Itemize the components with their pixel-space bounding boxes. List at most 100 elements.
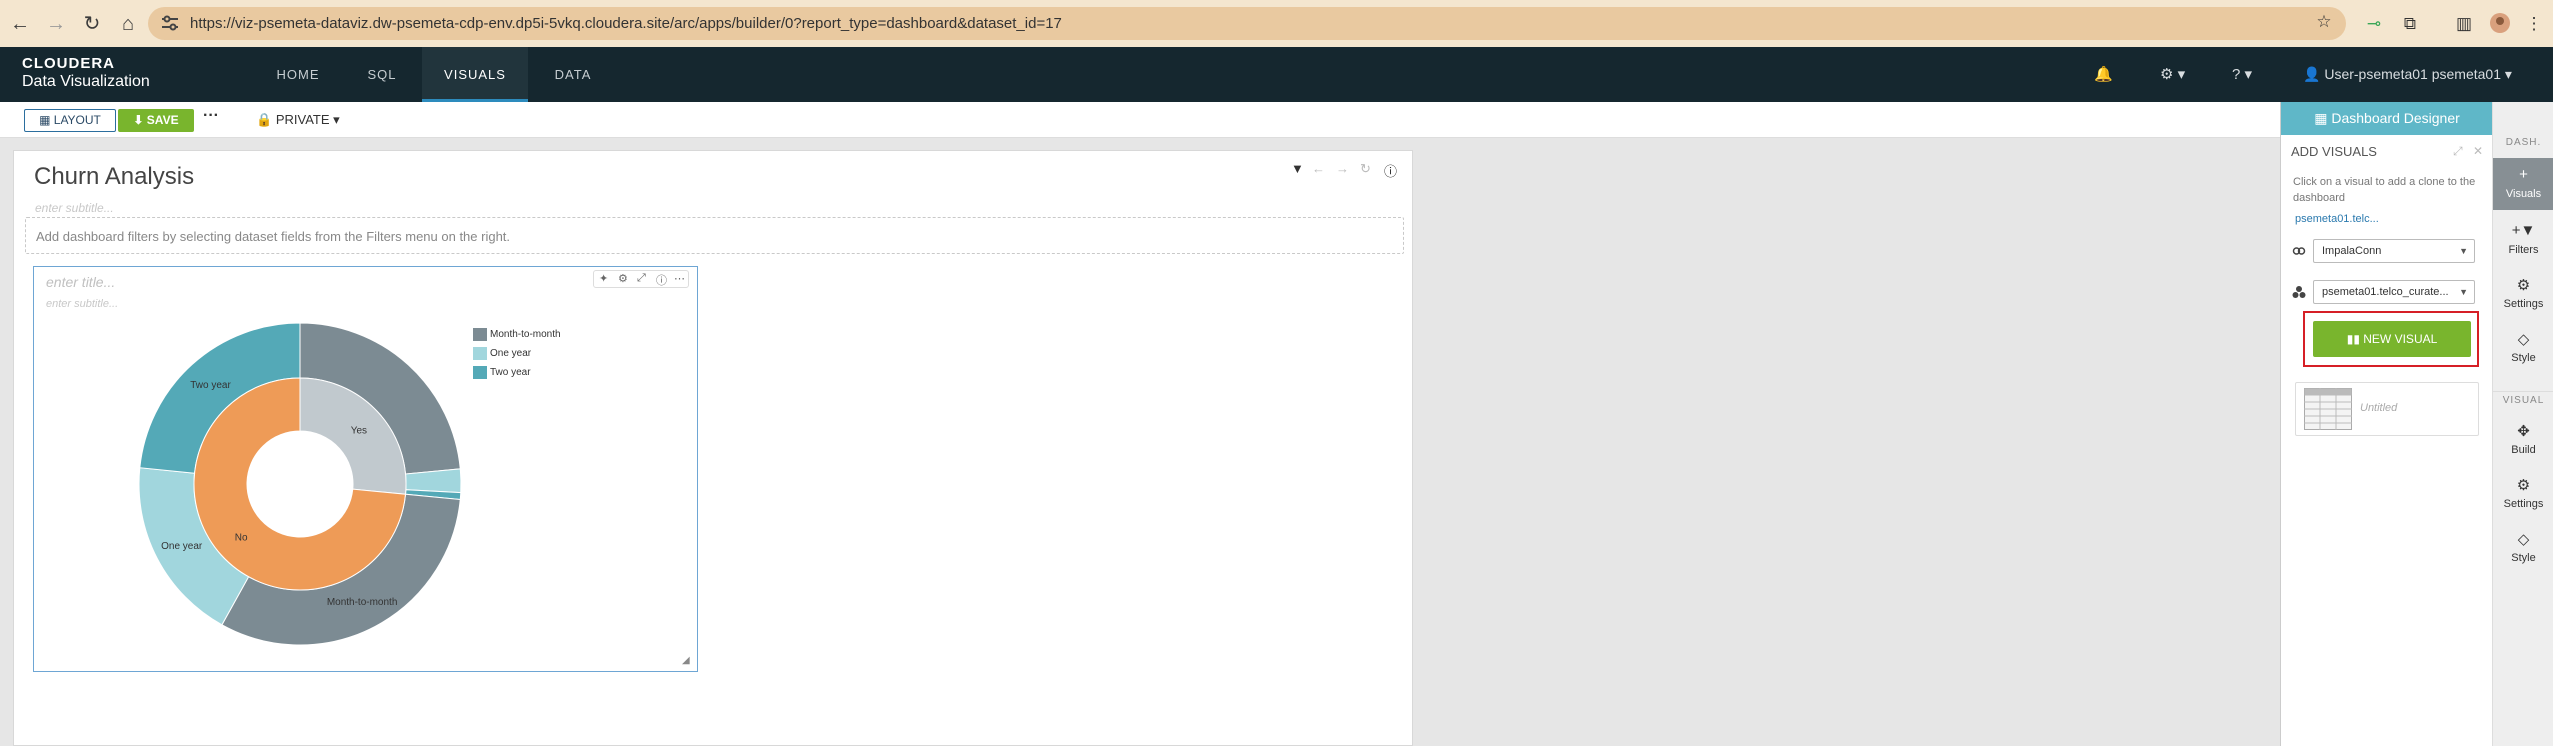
refresh-icon[interactable]: ↻ [1360, 161, 1371, 177]
legend-label: One year [490, 348, 532, 359]
sidebar-item-label: Style [2511, 352, 2536, 364]
legend-swatch [473, 328, 487, 341]
nav-sql[interactable]: SQL [352, 47, 412, 102]
privacy-label: PRIVATE [275, 112, 330, 127]
sidepanel-icon[interactable]: ▥ [2452, 12, 2476, 36]
sidebar-item-label: Visuals [2505, 188, 2542, 200]
filter-icon[interactable]: ▼ [1291, 161, 1304, 176]
sidebar-item-label: Style [2511, 552, 2536, 564]
home-icon[interactable]: ⌂ [116, 12, 140, 36]
filter-hint: Add dashboard filters by selecting datas… [36, 229, 511, 244]
app-header: CLOUDERA Data Visualization HOME SQL VIS… [0, 47, 2553, 102]
sidebar-item-filters[interactable]: +▼ Filters [2493, 214, 2553, 266]
dataset-link[interactable]: psemeta01.telc... [2295, 213, 2379, 225]
layout-button[interactable]: ▦ LAYOUT [24, 109, 116, 132]
dashboard-title[interactable]: Churn Analysis [34, 163, 194, 191]
user-name[interactable]: User-psemeta01 psemeta01 [2324, 66, 2501, 82]
nav-visuals[interactable]: VISUALS [422, 47, 528, 102]
resize-handle[interactable]: ◢ [682, 655, 694, 667]
visual-tile[interactable]: enter title... enter subtitle... ✦ ⚙ ⤢ ⓘ… [33, 266, 698, 672]
sidebar-item-visual-settings[interactable]: ⚙ Settings [2493, 468, 2553, 520]
table-thumbnail-icon [2304, 388, 2352, 430]
extension-icon[interactable]: ⊸ [2362, 12, 2386, 36]
user-menu[interactable]: 👤 User-psemeta01 psemeta01 ▾ [2303, 66, 2512, 83]
inner-slice-label: Yes [351, 426, 367, 437]
visual-thumbnail-card[interactable]: Untitled [2295, 382, 2479, 436]
nav-home[interactable]: HOME [266, 47, 330, 102]
more-options-button[interactable]: ··· [203, 107, 219, 125]
visual-card-title: Untitled [2360, 402, 2398, 414]
dataset-value: psemeta01.telco_curate... [2322, 286, 2449, 298]
sidebar-item-visual-style[interactable]: ◇ Style [2493, 522, 2553, 574]
address-bar[interactable]: https://viz-psemeta-dataviz.dw-psemeta-c… [148, 7, 2346, 40]
dataset-icon [2292, 286, 2306, 298]
sidebar-item-label: Settings [2503, 498, 2544, 510]
visual-section-label: VISUAL [2493, 391, 2553, 409]
nested-donut-chart: Month-to-month One year Two year Yes No [138, 322, 462, 646]
site-info-icon[interactable] [160, 14, 180, 32]
browser-toolbar: ← → ↻ ⌂ https://viz-psemeta-dataviz.dw-p… [0, 0, 2553, 47]
new-visual-highlight: ▮▮ NEW VISUAL [2303, 311, 2479, 367]
outer-slice-label: One year [161, 541, 203, 552]
panel-expand-icon[interactable]: ⤢ [2453, 144, 2463, 159]
dash-section-label: DASH. [2505, 137, 2542, 148]
back-icon[interactable]: ← [8, 12, 32, 36]
logo-subtitle[interactable]: Data Visualization [22, 73, 150, 91]
notifications-bell-icon[interactable]: 🔔 [2094, 65, 2113, 83]
browser-menu-icon[interactable]: ⋮ [2522, 12, 2546, 36]
new-visual-button[interactable]: ▮▮ NEW VISUAL [2313, 321, 2471, 357]
chevron-down-icon: ▼ [2459, 246, 2468, 256]
settings-icon: ⚙ [2516, 277, 2531, 294]
nav-data[interactable]: DATA [540, 47, 606, 102]
reload-icon[interactable]: ↻ [80, 12, 104, 36]
bookmark-star-icon[interactable]: ☆ [2312, 10, 2336, 34]
sidebar-item-dash-settings[interactable]: ⚙ Settings [2493, 268, 2553, 320]
sidebar-item-dash-style[interactable]: ◇ Style [2493, 322, 2553, 374]
inner-slice-label: No [235, 532, 248, 543]
url-text[interactable]: https://viz-psemeta-dataviz.dw-psemeta-c… [190, 15, 1062, 32]
save-label: SAVE [146, 113, 179, 127]
designer-sidebar: DASH. + Visuals +▼ Filters ⚙ Settings ◇ … [2492, 102, 2553, 746]
privacy-dropdown[interactable]: 🔒 PRIVATE ▾ [256, 112, 340, 128]
connection-select[interactable]: ImpalaConn ▼ [2313, 239, 2475, 263]
dashboard-subtitle[interactable]: enter subtitle... [35, 201, 114, 215]
build-icon: ✥ [2517, 423, 2530, 440]
chevron-down-icon: ▼ [2459, 287, 2468, 297]
connection-value: ImpalaConn [2322, 245, 2382, 257]
logo-cloudera[interactable]: CLOUDERA [22, 55, 115, 72]
dashboard-filter-area[interactable]: Add dashboard filters by selecting datas… [25, 217, 1404, 254]
extensions-puzzle-icon[interactable]: ⧉ [2398, 12, 2422, 36]
new-visual-label: NEW VISUAL [2363, 332, 2438, 346]
add-filter-icon: +▼ [2511, 222, 2536, 239]
dashboard-designer-panel: ▦ Dashboard Designer ADD VISUALS ⤢ ✕ Cli… [2280, 102, 2493, 746]
sidebar-item-build[interactable]: ✥ Build [2493, 414, 2553, 466]
legend-label: Two year [490, 367, 531, 378]
add-visuals-hint: Click on a visual to add a clone to the … [2293, 176, 2476, 204]
help-icon[interactable]: ? ▾ [2232, 65, 2252, 83]
panel-header-label: Dashboard Designer [2331, 110, 2460, 126]
style-diamond-icon: ◇ [2517, 531, 2530, 548]
save-button[interactable]: ⬇ SAVE [118, 109, 194, 132]
profile-avatar[interactable] [2488, 12, 2512, 36]
add-visual-icon: + [2519, 166, 2528, 183]
layout-label: LAYOUT [53, 113, 101, 127]
add-visuals-title: ADD VISUALS [2291, 144, 2377, 159]
sidebar-item-label: Build [2511, 444, 2536, 456]
dashboard-canvas: Churn Analysis ▼ ← → ↻ ⓘ enter subtitle.… [13, 150, 1413, 746]
undo-icon[interactable]: ← [1312, 161, 1325, 176]
legend-swatch [473, 366, 487, 379]
dataset-select[interactable]: psemeta01.telco_curate... ▼ [2313, 280, 2475, 304]
sidebar-item-visuals[interactable]: + Visuals [2493, 158, 2553, 210]
settings-gear-icon[interactable]: ⚙ ▾ [2160, 65, 2185, 83]
legend-swatch [473, 347, 487, 360]
style-diamond-icon: ◇ [2517, 331, 2530, 348]
info-icon[interactable]: ⓘ [1384, 161, 1397, 180]
dashboard-toolbar: ▦ LAYOUT ⬇ SAVE ··· 🔒 PRIVATE ▾ [0, 102, 2280, 138]
forward-icon[interactable]: → [44, 12, 68, 36]
redo-icon[interactable]: → [1336, 161, 1349, 176]
settings-icon: ⚙ [2516, 477, 2531, 494]
outer-slice-label: Month-to-month [327, 597, 398, 608]
sidebar-item-label: Settings [2503, 298, 2544, 310]
sidebar-item-label: Filters [2508, 244, 2539, 256]
panel-close-icon[interactable]: ✕ [2473, 144, 2483, 158]
